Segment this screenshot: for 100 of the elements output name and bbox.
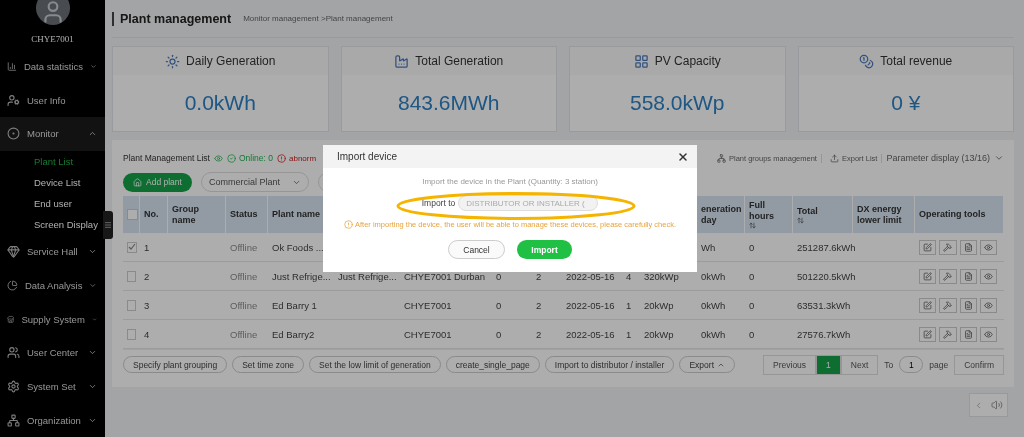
tool-button[interactable]	[939, 326, 957, 342]
parameter-display-dropdown[interactable]: Parameter display (13/16)	[886, 153, 1004, 163]
alert-icon	[277, 153, 286, 163]
action-button[interactable]: create_single_page	[445, 356, 540, 373]
column-header: Full hours	[745, 196, 793, 233]
tool-button[interactable]	[979, 326, 997, 342]
table-cell: 0	[749, 299, 755, 311]
row-checkbox[interactable]	[127, 270, 136, 282]
sidebar-item[interactable]: Monitor	[0, 117, 105, 151]
check-circle-icon	[226, 153, 236, 163]
action-button[interactable]: Set time zone	[232, 356, 305, 373]
edit-icon	[923, 300, 933, 310]
abnormal-count: abnorm	[289, 153, 317, 163]
action-button[interactable]: Import to distributor / installer	[544, 356, 675, 373]
page-input[interactable]: 1	[899, 356, 924, 373]
table-cell: 2	[536, 270, 542, 282]
eye-icon	[983, 329, 993, 339]
table-cell: 2022-05-16	[566, 270, 615, 282]
column-header: Group name	[168, 196, 226, 233]
table-cell: Ed Barry 1	[272, 299, 317, 311]
column-header: eneration day	[697, 196, 745, 233]
export-button[interactable]: Export	[679, 356, 735, 373]
hammer-icon	[943, 271, 953, 281]
submenu-item[interactable]: End user	[0, 192, 105, 214]
sidebar-item[interactable]: Supply System	[0, 302, 105, 336]
table-cell: 0kWh	[701, 328, 726, 340]
tool-button[interactable]	[939, 268, 957, 284]
tool-button[interactable]	[919, 239, 937, 255]
hammer-icon	[943, 242, 953, 252]
tool-button[interactable]	[979, 268, 997, 284]
close-icon[interactable]	[677, 150, 689, 163]
stat-icon	[165, 53, 181, 69]
stat-title: Total revenue	[880, 54, 953, 68]
cancel-button[interactable]: Cancel	[448, 240, 505, 259]
table-cell: 0	[749, 270, 755, 282]
confirm-button[interactable]: Confirm	[954, 354, 1004, 375]
sidebar-item[interactable]: System Set	[0, 369, 105, 404]
table-cell: CHYE7001	[404, 299, 452, 311]
tool-button[interactable]	[919, 268, 937, 284]
submenu-item[interactable]: Plant List	[0, 150, 105, 172]
row-checkbox[interactable]	[127, 328, 136, 340]
table-cell: 2022-05-16	[566, 299, 615, 311]
eye-icon[interactable]	[213, 153, 223, 163]
menu-icon	[7, 127, 20, 141]
sidebar-item[interactable]: Data statistics	[0, 49, 105, 84]
tool-button[interactable]	[959, 268, 977, 284]
table-cell: 0	[496, 270, 502, 282]
table-cell: 0	[496, 328, 502, 340]
edit-icon	[923, 242, 933, 252]
sort-icon[interactable]	[749, 222, 756, 229]
row-checkbox[interactable]	[127, 241, 137, 253]
upload-icon	[829, 153, 839, 163]
table-cell: 0kWh	[701, 270, 726, 282]
sort-icon[interactable]	[797, 216, 804, 224]
table-cell: 0kWh	[701, 299, 726, 311]
tool-button[interactable]	[979, 297, 997, 313]
submenu-item[interactable]: Screen Display	[0, 213, 105, 235]
sidebar-item[interactable]: User Center	[0, 335, 105, 370]
menu-icon	[7, 93, 20, 107]
table-cell: 2	[144, 270, 150, 282]
menu-icon	[7, 245, 20, 259]
row-checkbox[interactable]	[127, 299, 136, 311]
table-cell: Just Refrige...	[338, 270, 397, 282]
stat-icon	[633, 53, 649, 69]
tool-button[interactable]	[939, 239, 957, 255]
tool-button[interactable]	[979, 239, 997, 255]
sidebar-item[interactable]: User Info	[0, 83, 105, 118]
chevron-left-icon[interactable]	[974, 400, 983, 410]
tool-button[interactable]	[919, 297, 937, 313]
sidebar-item[interactable]: Organization	[0, 403, 105, 437]
submenu-item[interactable]: Device List	[0, 171, 105, 193]
stat-icon	[394, 53, 410, 69]
sidebar-item[interactable]: Service Hall	[0, 234, 105, 269]
table-cell: CHYE7001	[404, 270, 452, 282]
sidebar-item[interactable]: Data Analysis	[0, 268, 105, 303]
tool-button[interactable]	[959, 297, 977, 313]
action-button[interactable]: Specify plant grouping	[123, 356, 228, 373]
tool-button[interactable]	[939, 297, 957, 313]
speaker-icon[interactable]	[991, 399, 1003, 411]
action-button[interactable]: Set the low limit of generation	[309, 356, 441, 373]
table-cell: 20kWp	[644, 299, 674, 311]
document-icon	[963, 242, 973, 252]
dialog-title: Import device	[337, 151, 398, 162]
page-title: Plant management	[112, 11, 232, 26]
table-cell: 2022-05-16	[566, 328, 615, 340]
select-all-checkbox[interactable]	[127, 209, 138, 220]
previous-button[interactable]: Previous	[763, 354, 817, 375]
menu-icon	[7, 379, 20, 393]
list-title: Plant Management List	[123, 153, 210, 163]
warning-icon	[344, 220, 353, 229]
stat-title: PV Capacity	[654, 54, 721, 68]
collapse-handle[interactable]	[103, 211, 113, 239]
table-cell: 4	[626, 270, 632, 282]
tool-button[interactable]	[919, 326, 937, 342]
tool-button[interactable]	[959, 326, 977, 342]
eye-icon	[983, 271, 993, 281]
tool-button[interactable]	[959, 239, 977, 255]
next-button[interactable]: Next	[840, 354, 879, 375]
menu-icon	[7, 413, 20, 427]
import-target-field[interactable]: DISTRIBUTOR OR INSTALLER (	[458, 195, 599, 211]
